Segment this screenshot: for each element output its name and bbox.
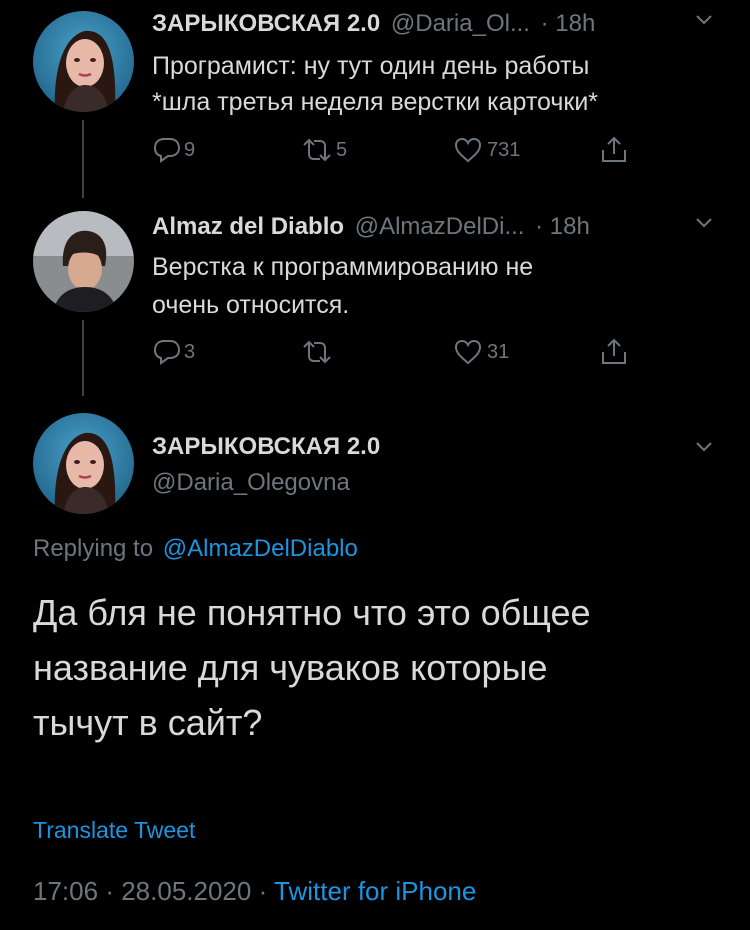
main-tweet-text-line: название для чуваков которые: [33, 647, 548, 688]
like-icon: [454, 137, 482, 163]
chevron-down-icon[interactable]: [695, 217, 713, 229]
like-button[interactable]: 731: [453, 136, 520, 164]
retweet-button[interactable]: [300, 338, 336, 366]
author-name[interactable]: Almaz del Diablo: [152, 213, 344, 240]
translate-tweet-link[interactable]: Translate Tweet: [33, 817, 195, 844]
timestamp[interactable]: 18h: [555, 10, 595, 37]
tweet-header: Almaz del Diablo @AlmazDelDi... · 18h: [152, 213, 590, 241]
main-tweet-text: Да бля не понятно что это общее название…: [33, 585, 591, 750]
reply-icon: [153, 340, 181, 365]
separator: ·: [535, 213, 544, 240]
retweet-button[interactable]: 5: [300, 136, 347, 164]
chevron-down-icon[interactable]: [695, 441, 713, 453]
tweet-text-line: *шла третья неделя верстки карточки*: [152, 88, 599, 116]
tweet-header: ЗАРЫКОВСКАЯ 2.0 @Daria_Ol... · 18h: [152, 10, 595, 38]
tweet-text-line: Верстка к программированию не: [152, 253, 534, 281]
tweet-text: Програмист: ну тут один день работы *шла…: [152, 48, 598, 120]
avatar[interactable]: [33, 11, 134, 112]
tweet-date: 28.05.2020: [121, 876, 252, 906]
author-name[interactable]: ЗАРЫКОВСКАЯ 2.0: [152, 10, 380, 37]
reply-count: 3: [184, 340, 196, 363]
main-tweet-text-line: тычут в сайт?: [33, 702, 263, 743]
thread-line: [82, 320, 84, 396]
avatar[interactable]: [33, 211, 134, 312]
separator: ·: [540, 10, 549, 37]
separator: ·: [105, 876, 114, 906]
retweet-icon: [303, 340, 331, 364]
main-tweet-text-line: Да бля не понятно что это общее: [33, 592, 591, 633]
tweet-text: Верстка к программированию не очень отно…: [152, 248, 533, 324]
avatar-image: [33, 413, 134, 514]
like-count: 31: [487, 340, 510, 363]
share-icon[interactable]: [598, 336, 630, 368]
thread-line: [82, 120, 84, 198]
tweet-meta: 17:06 · 28.05.2020 · Twitter for iPhone: [33, 876, 476, 907]
like-count: 731: [487, 138, 521, 161]
avatar-image: [33, 11, 134, 112]
author-handle[interactable]: @Daria_Olegovna: [152, 469, 350, 497]
retweet-icon: [303, 138, 331, 162]
tweet-time: 17:06: [33, 876, 99, 906]
replying-to-label: Replying to: [33, 535, 154, 562]
author-name[interactable]: ЗАРЫКОВСКАЯ 2.0: [152, 433, 380, 461]
tweet-source-link[interactable]: Twitter for iPhone: [274, 876, 476, 906]
retweet-count: 5: [336, 138, 348, 161]
share-icon[interactable]: [598, 134, 630, 166]
avatar-image: [33, 211, 134, 312]
tweet-text-line: очень относится.: [152, 291, 350, 319]
timestamp[interactable]: 18h: [550, 213, 590, 240]
like-icon: [454, 339, 482, 365]
avatar[interactable]: [33, 413, 134, 514]
like-button[interactable]: 31: [453, 338, 509, 366]
replying-to: Replying to @AlmazDelDiablo: [33, 535, 358, 563]
chevron-down-icon[interactable]: [695, 14, 713, 26]
reply-count: 9: [184, 138, 196, 161]
reply-icon: [153, 138, 181, 163]
reply-button[interactable]: 9: [152, 136, 195, 164]
author-handle[interactable]: @AlmazDelDi...: [355, 213, 525, 240]
replying-to-handle[interactable]: @AlmazDelDiablo: [163, 535, 358, 562]
author-handle[interactable]: @Daria_Ol...: [391, 10, 530, 37]
reply-button[interactable]: 3: [152, 338, 195, 366]
separator: ·: [258, 876, 268, 906]
tweet-text-line: Програмист: ну тут один день работы: [152, 52, 590, 80]
